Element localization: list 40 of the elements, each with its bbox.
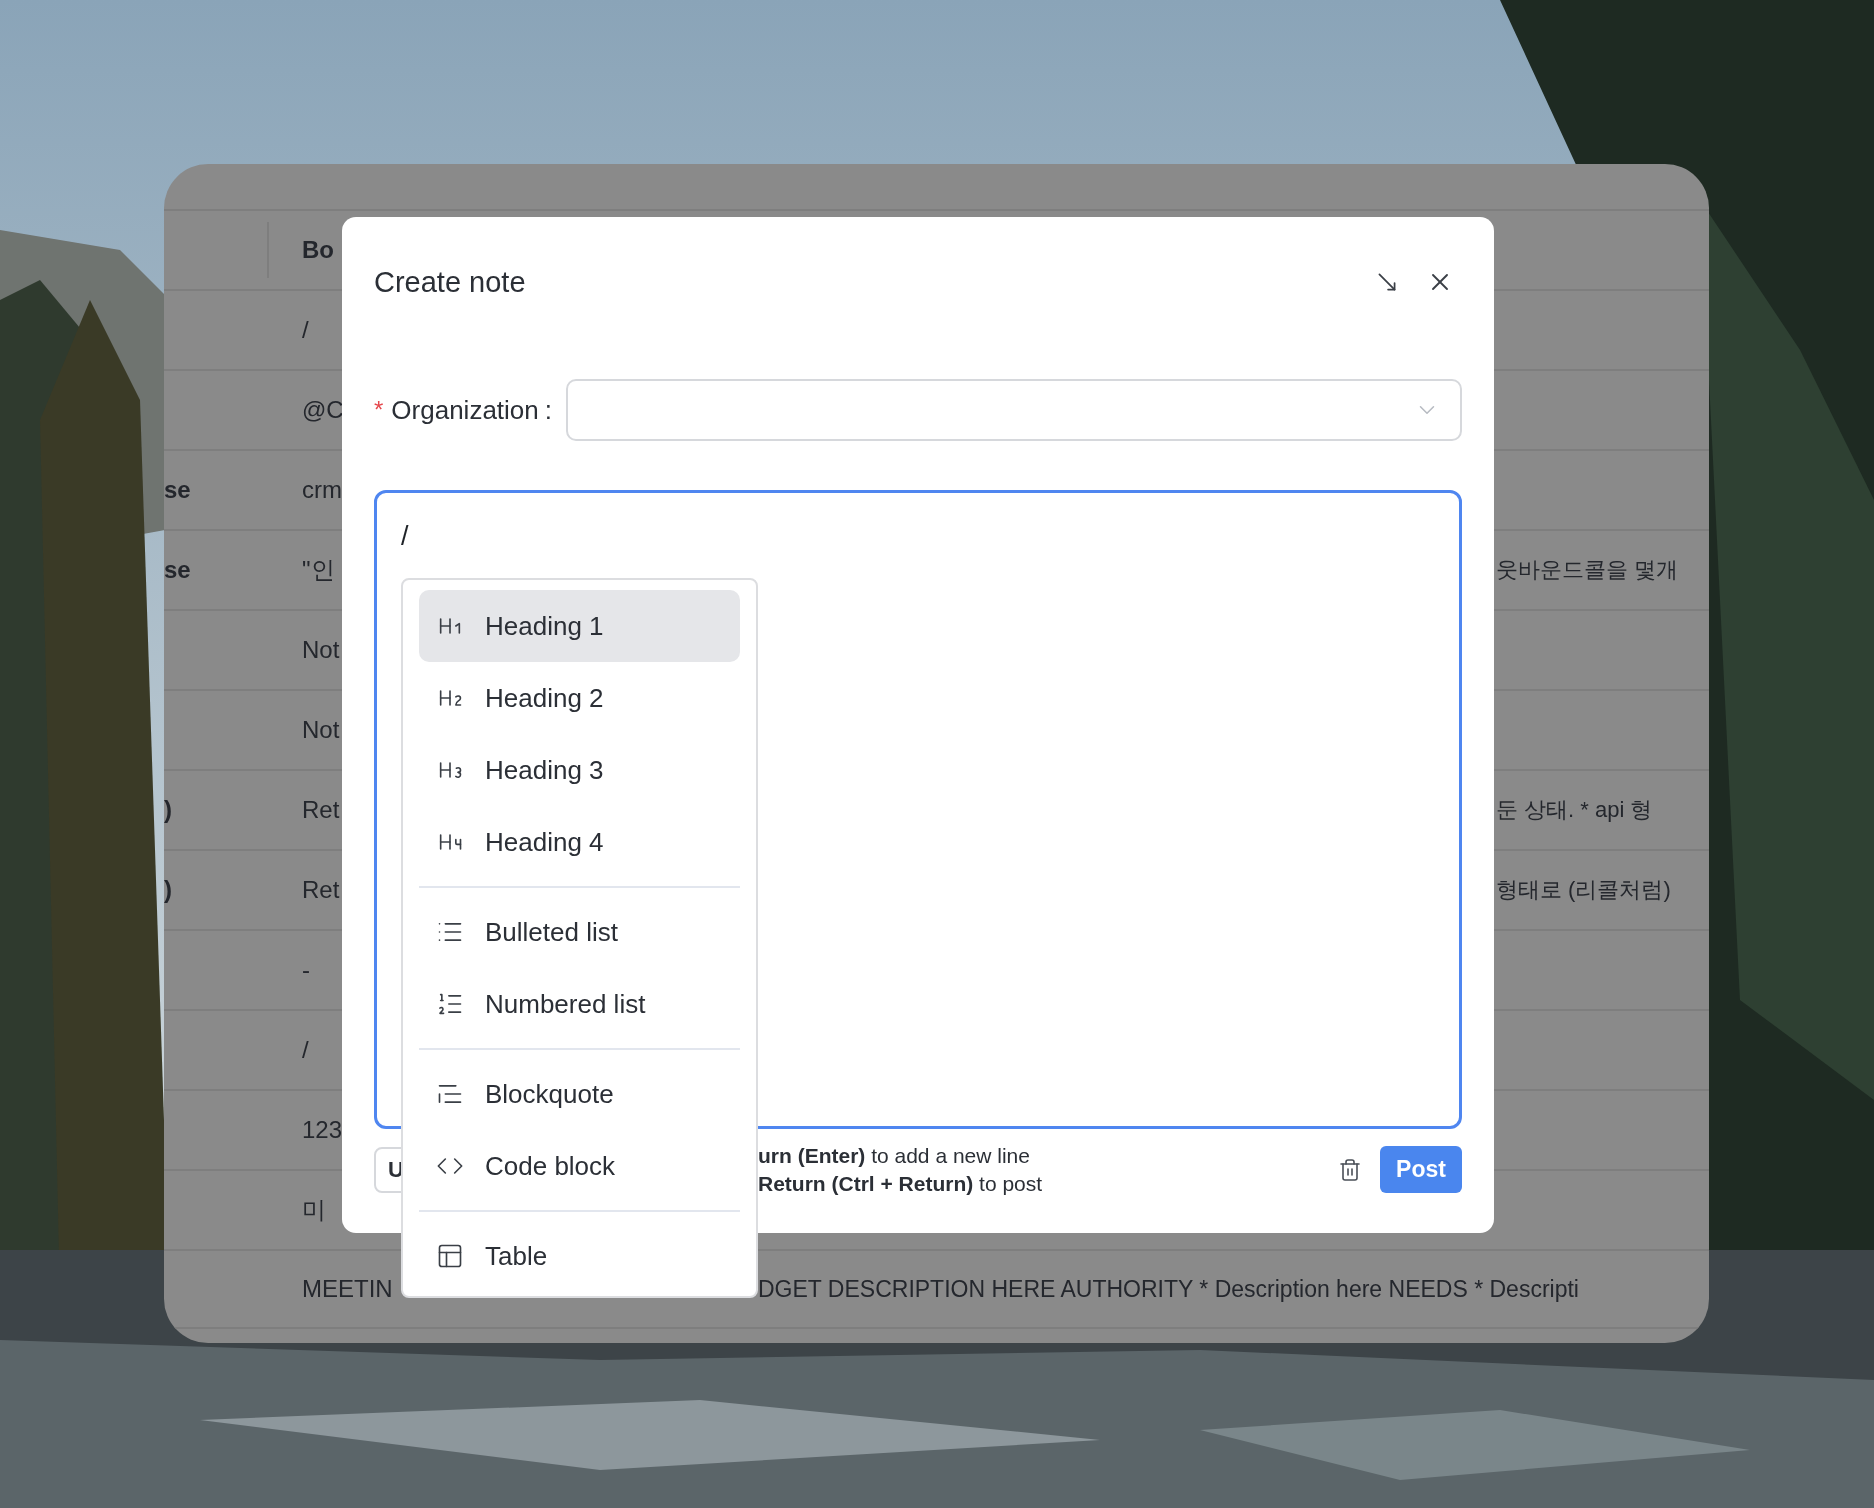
table-cell-text: / xyxy=(301,1036,309,1064)
table-cell-text: "인 xyxy=(301,555,335,585)
menu-item[interactable]: Heading 1 xyxy=(419,590,740,662)
table-cell: DGET DESCRIPTION HERE AUTHORITY * Description here NEEDS * Descripti xyxy=(758,1275,1579,1303)
dialog-title: Create note xyxy=(374,265,526,299)
table-cell-text: 형태로 (리콜처럼) xyxy=(1495,876,1671,904)
menu-item[interactable]: Blockquote xyxy=(419,1058,740,1130)
menu-item[interactable]: Table xyxy=(419,1220,740,1292)
menu-item[interactable]: Code block xyxy=(419,1130,740,1202)
table-cell: ) xyxy=(164,796,172,824)
table-cell-text: Ret xyxy=(301,876,340,904)
table-cell: ) xyxy=(164,876,172,904)
table-cell: se xyxy=(164,476,191,504)
table-cell-text: 웃바운드콜을 몇개 xyxy=(1495,556,1679,584)
table-cell-text: 미 xyxy=(301,1195,326,1225)
table-cell-text: - xyxy=(301,956,310,984)
menu-item[interactable]: Heading 4 xyxy=(419,806,740,878)
table-cell-text: / xyxy=(301,316,309,344)
column-header: Bo xyxy=(301,236,334,264)
table-cell-text: Not xyxy=(301,716,340,744)
menu-item[interactable]: Heading 2 xyxy=(419,662,740,734)
menu-item[interactable]: Numbered list xyxy=(419,968,740,1040)
table-cell-text: MEETIN xyxy=(301,1275,394,1303)
table-cell-text: Not xyxy=(301,636,340,664)
required-mark: * xyxy=(374,396,384,424)
editor-text: / xyxy=(401,521,409,551)
table-cell: se xyxy=(164,556,191,584)
trash-icon[interactable] xyxy=(1338,1157,1362,1182)
table-cell-text: 123 xyxy=(301,1116,343,1144)
menu-item[interactable]: Heading 3 xyxy=(419,734,740,806)
table-cell-text: 둔 상태. * api 형 xyxy=(1495,796,1653,824)
shortcut-hint: Return (Ctrl + Return) to post xyxy=(758,1171,1044,1196)
table-cell-text: Ret xyxy=(301,796,340,824)
table-cell-text: @C xyxy=(301,396,344,424)
field-label: Organization xyxy=(391,394,539,426)
label-colon: : xyxy=(544,394,552,426)
menu-item[interactable]: Bulleted list xyxy=(419,896,740,968)
table-cell-text: crm xyxy=(301,476,342,504)
shortcut-hint: urn (Enter) to add a new line xyxy=(758,1143,1031,1168)
post-button[interactable]: Post xyxy=(1380,1146,1462,1193)
